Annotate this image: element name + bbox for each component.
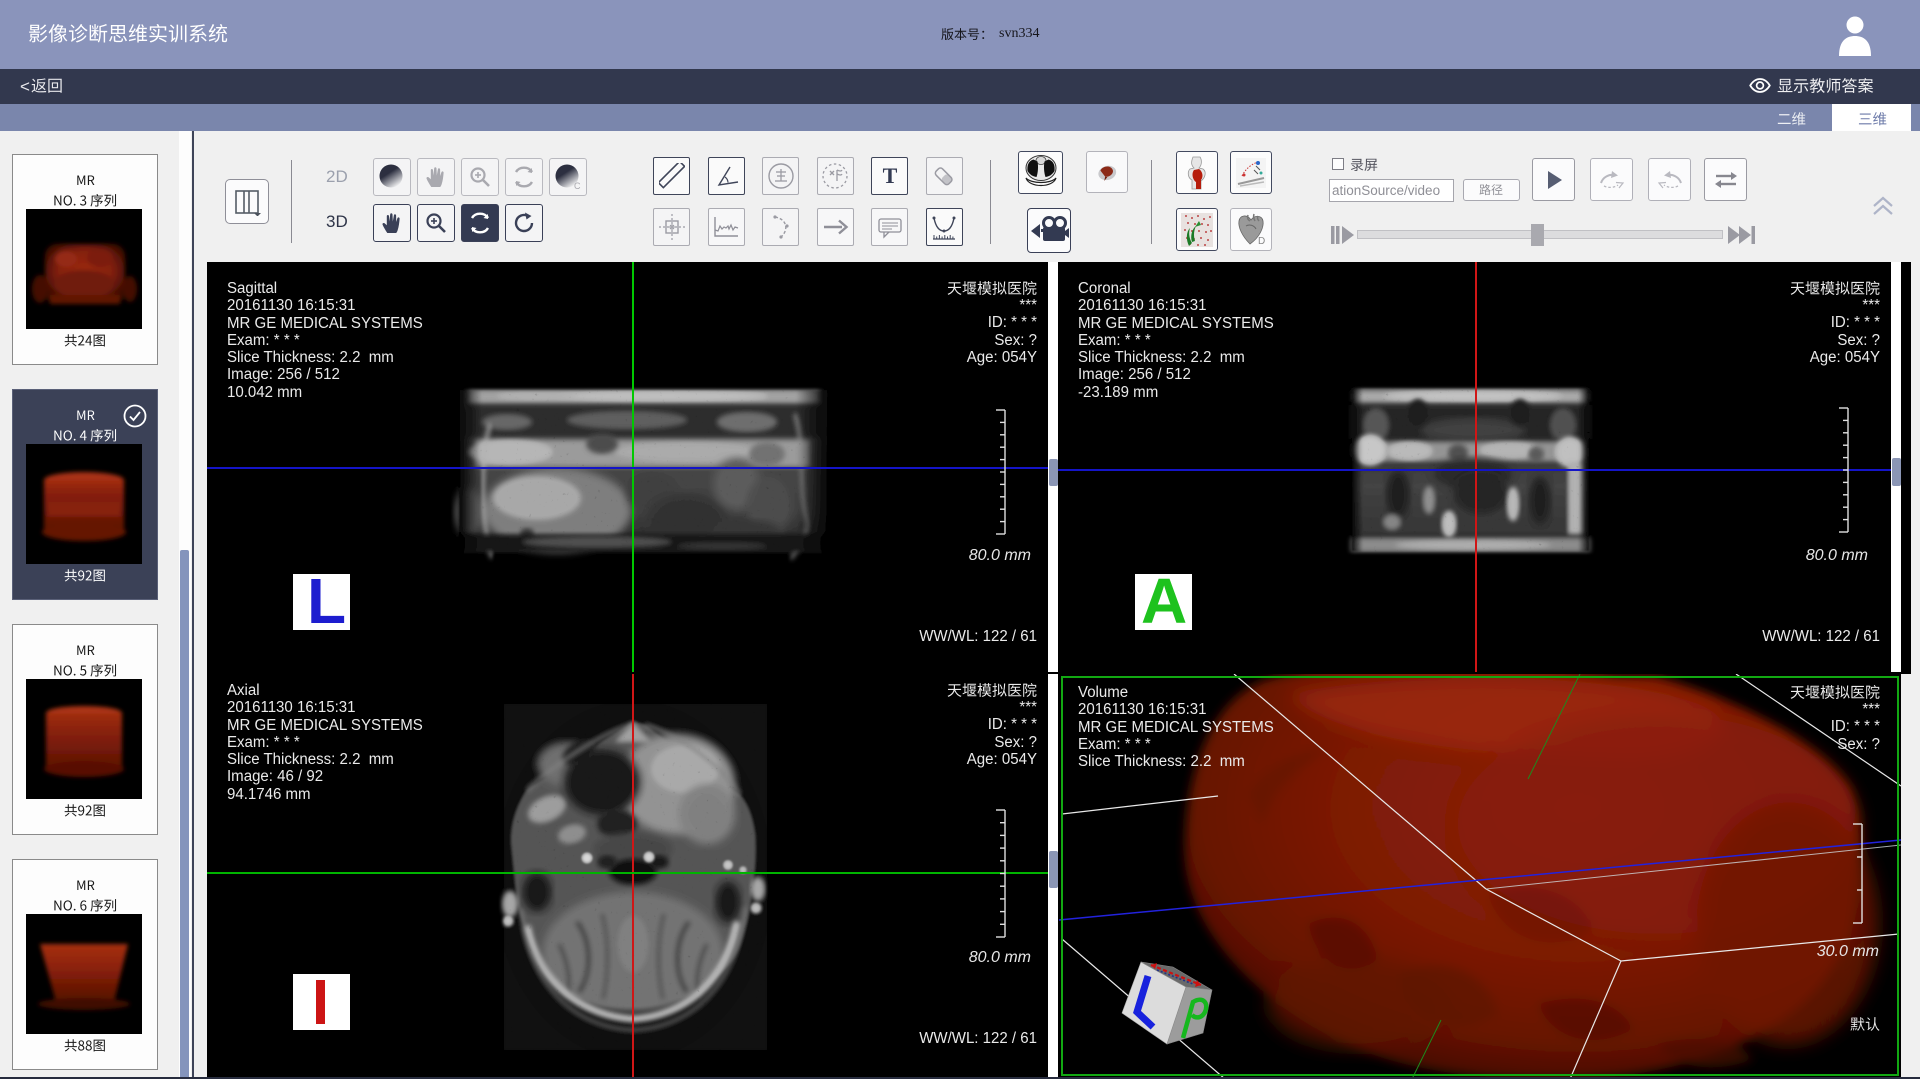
svg-text:D: D bbox=[1258, 236, 1265, 247]
svg-text:C: C bbox=[574, 181, 581, 191]
svg-text:T: T bbox=[882, 164, 897, 188]
